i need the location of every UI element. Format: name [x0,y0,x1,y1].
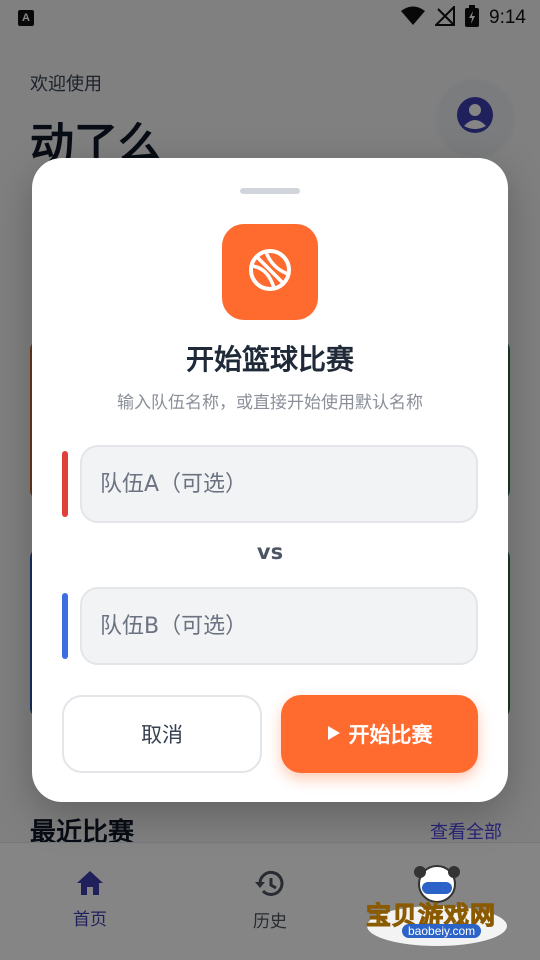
start-match-label: 开始比赛 [348,723,433,747]
vs-label: vs [256,540,284,564]
play-icon [327,722,341,746]
cancel-button-label: 取消 [141,723,183,747]
watermark-url: baobeiy.com [402,924,482,938]
drag-handle[interactable] [240,188,300,194]
team-b-color-bar [62,593,68,659]
team-a-color-bar [62,451,68,517]
start-match-button[interactable]: 开始比赛 [281,695,478,773]
cancel-button[interactable]: 取消 [62,695,262,773]
basketball-icon [248,248,292,296]
team-b-input[interactable] [80,587,478,665]
sport-icon-tile [222,224,318,320]
dialog-subtitle: 输入队伍名称，或直接开始使用默认名称 [117,393,423,413]
team-a-input[interactable] [80,445,478,523]
dialog-title: 开始篮球比赛 [185,343,354,376]
watermark-logo: 宝贝游戏网 baobeiy.com [362,862,512,948]
start-match-dialog: 开始篮球比赛 输入队伍名称，或直接开始使用默认名称 vs 取消 开始比赛 [32,158,508,802]
